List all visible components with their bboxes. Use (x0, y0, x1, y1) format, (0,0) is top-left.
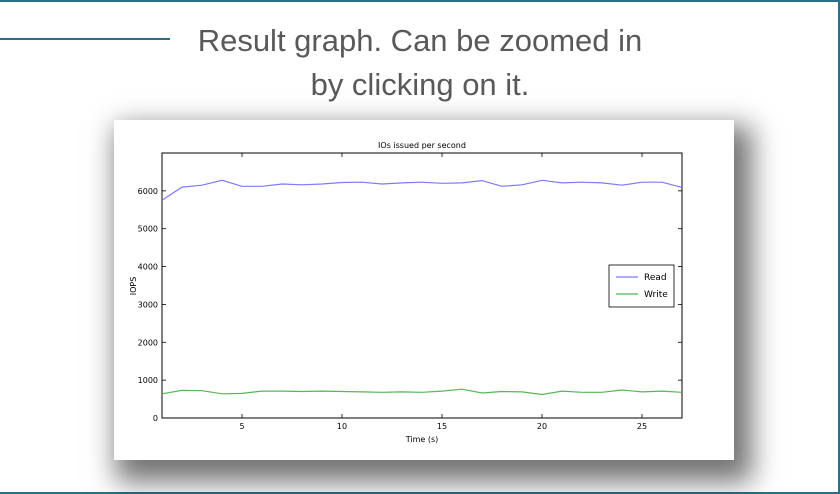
y-tick-label: 1000 (138, 376, 158, 385)
x-tick-label: 20 (537, 422, 547, 431)
legend-box (608, 264, 675, 308)
y-tick-label: 2000 (138, 338, 158, 347)
y-tick-label: 6000 (138, 187, 158, 196)
caption-line-1: Result graph. Can be zoomed in (197, 23, 643, 58)
plot-area (161, 152, 683, 419)
legend-write-label: Write (644, 290, 668, 300)
legend: Read Write (608, 264, 675, 308)
iops-chart[interactable]: IOs issued per second Time (s) IOPS 5 10 1… (114, 120, 734, 460)
y-tick-label: 3000 (138, 300, 158, 309)
y-tick-label: 5000 (138, 225, 158, 234)
result-graph[interactable]: IOs issued per second Time (s) IOPS 5 10 1… (114, 120, 734, 460)
legend-read-label: Read (644, 273, 667, 283)
x-tick-label: 10 (337, 422, 347, 431)
y-tick-label: 0 (153, 414, 158, 423)
chart-title: IOs issued per second (378, 141, 466, 150)
y-axis-label: IOPS (129, 277, 138, 296)
x-axis-label: Time (s) (405, 435, 439, 444)
x-tick-label: 5 (239, 422, 244, 431)
x-tick-label: 15 (437, 422, 447, 431)
caption-line-2: by clicking on it. (310, 67, 530, 102)
x-tick-label: 25 (637, 422, 647, 431)
y-tick-label: 4000 (138, 263, 158, 272)
